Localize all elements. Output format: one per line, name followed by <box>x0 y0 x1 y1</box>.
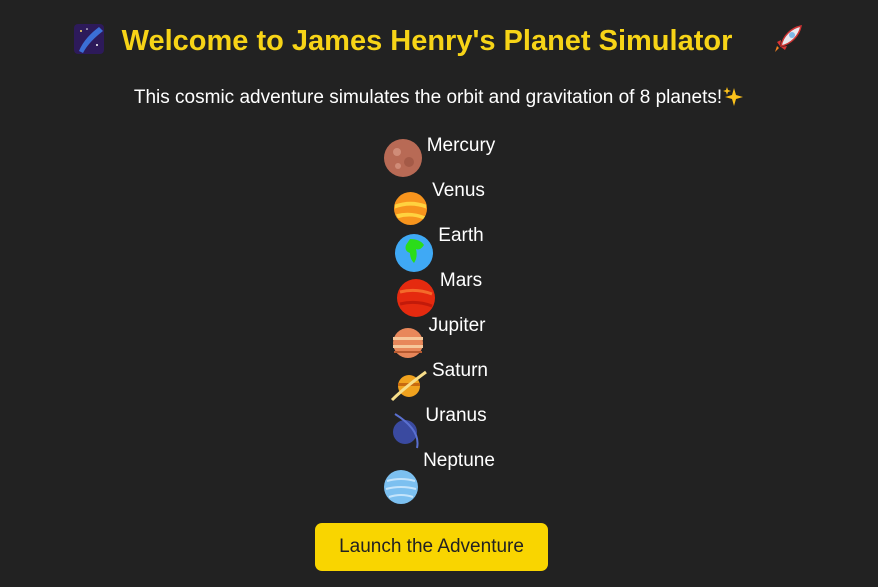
earth-icon <box>395 234 434 272</box>
planet-item-earth: Earth <box>0 225 878 272</box>
planet-item-mercury: Mercury <box>0 135 878 180</box>
planet-name: Saturn <box>432 360 488 381</box>
planet-item-mars: Mars <box>0 270 878 317</box>
planet-name: Mercury <box>426 135 496 156</box>
planet-item-saturn: Saturn <box>0 360 878 405</box>
planet-name: Venus <box>432 180 485 201</box>
mercury-icon <box>383 139 422 177</box>
planet-name: Jupiter <box>428 315 486 336</box>
rocket-icon <box>771 22 805 61</box>
uranus-icon <box>393 413 419 449</box>
page-title: Welcome to James Henry's Planet Simulato… <box>121 25 733 57</box>
planet-item-uranus: Uranus <box>0 405 878 450</box>
launch-adventure-button[interactable]: Launch the Adventure <box>315 523 548 571</box>
planet-name: Uranus <box>425 405 487 426</box>
subtitle: This cosmic adventure simulates the orbi… <box>0 86 878 109</box>
mars-icon <box>396 279 435 317</box>
planet-item-jupiter: Jupiter <box>0 315 878 360</box>
neptune-icon <box>384 470 419 504</box>
saturn-icon <box>390 370 427 402</box>
jupiter-icon <box>393 328 424 358</box>
planet-name: Earth <box>438 225 484 246</box>
subtitle-text: This cosmic adventure simulates the orbi… <box>133 87 723 108</box>
sparkles-icon <box>722 87 744 108</box>
planet-item-venus: Venus <box>0 180 878 226</box>
planet-list: Mercury Venus Earth Mars Jupiter Saturn … <box>0 135 878 504</box>
venus-icon <box>394 191 428 226</box>
milky-way-icon <box>73 23 105 60</box>
planet-name: Mars <box>439 270 483 291</box>
planet-item-neptune: Neptune <box>0 450 878 504</box>
planet-name: Neptune <box>423 450 495 471</box>
header: Welcome to James Henry's Planet Simulato… <box>0 22 878 61</box>
